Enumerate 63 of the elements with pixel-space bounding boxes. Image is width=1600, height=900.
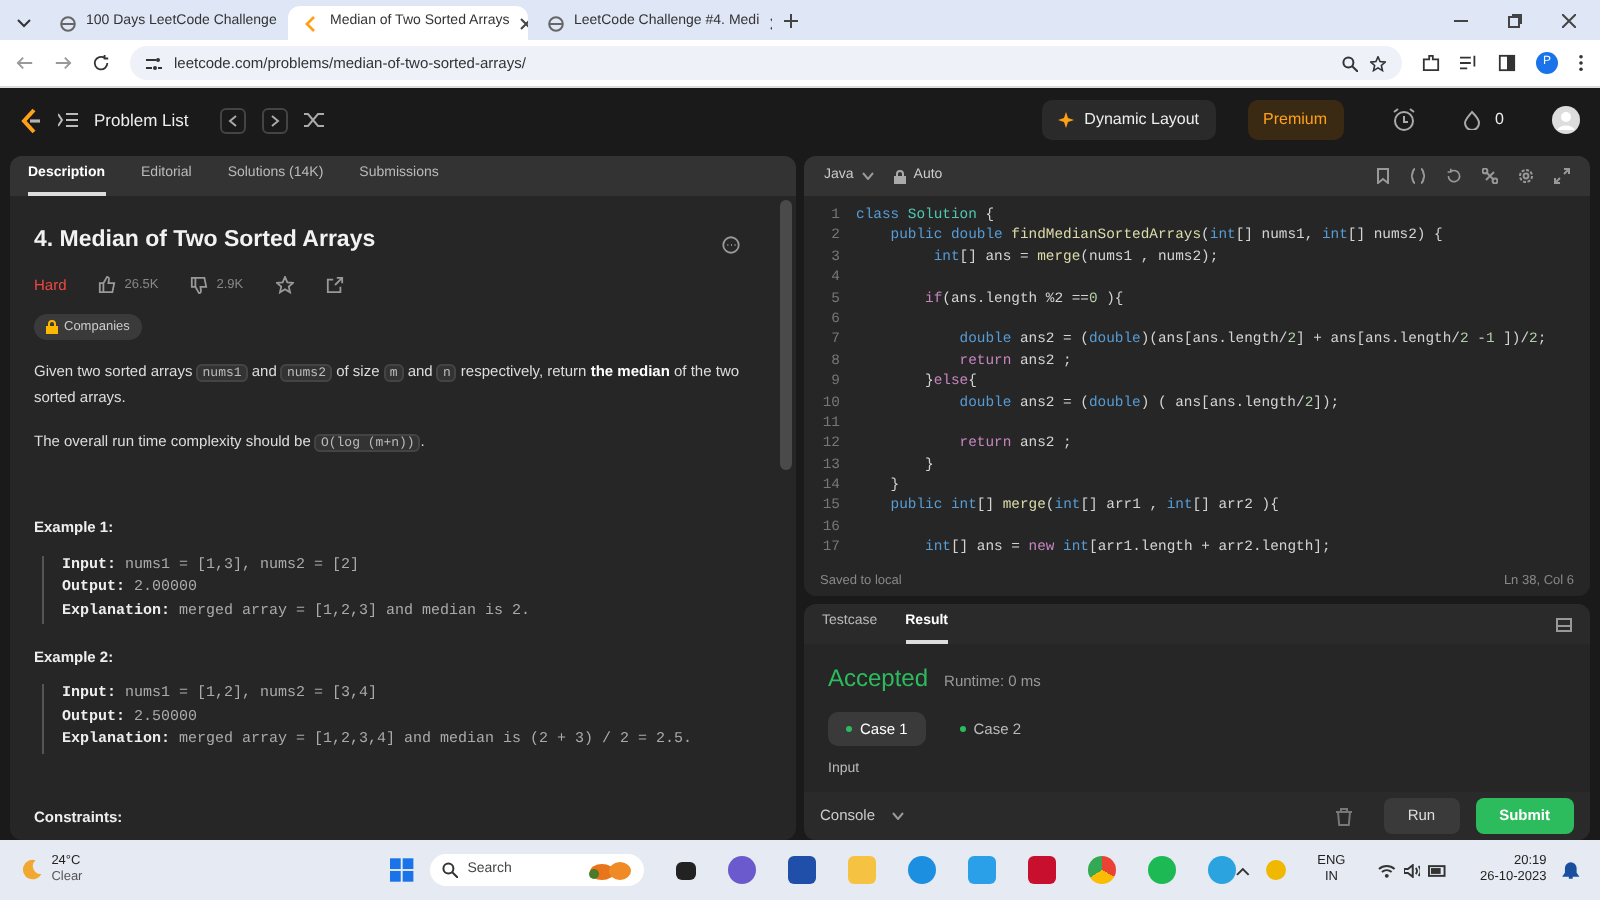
- streak-count: 0: [1495, 108, 1504, 132]
- star-icon[interactable]: [275, 276, 294, 295]
- lock-icon: [893, 169, 906, 183]
- menu-icon[interactable]: [1578, 54, 1584, 72]
- extensions-icon[interactable]: [1422, 54, 1440, 72]
- back-icon[interactable]: [16, 54, 34, 72]
- reset-icon[interactable]: [1446, 168, 1462, 184]
- zoom-icon[interactable]: [1342, 55, 1358, 71]
- chevron-right-icon: [270, 113, 281, 127]
- dot-icon: [846, 725, 852, 732]
- battery-icon[interactable]: [1428, 863, 1449, 877]
- dynamic-layout-button[interactable]: Dynamic Layout: [1042, 100, 1216, 140]
- caret-icon[interactable]: [1236, 865, 1250, 875]
- sparkle-icon: [1058, 112, 1075, 128]
- media-icon[interactable]: [1460, 54, 1478, 72]
- lock-icon: [46, 319, 58, 334]
- scrollbar[interactable]: [780, 200, 792, 470]
- next-button[interactable]: [262, 107, 289, 133]
- expand-icon[interactable]: [1554, 168, 1570, 184]
- settings-icon[interactable]: [1518, 168, 1534, 184]
- premium-button[interactable]: Premium: [1247, 100, 1344, 140]
- restore-icon[interactable]: [1508, 13, 1522, 27]
- previous-button[interactable]: [220, 107, 247, 133]
- start-icon[interactable]: [390, 858, 414, 882]
- share-icon[interactable]: [325, 276, 344, 295]
- globe-icon: [548, 15, 564, 31]
- close-icon[interactable]: [519, 17, 528, 29]
- avatar-icon[interactable]: [1552, 106, 1580, 134]
- list-icon[interactable]: [58, 112, 78, 128]
- chevron-icon[interactable]: [891, 812, 904, 820]
- verdict-label: Accepted: [828, 662, 929, 696]
- dot-icon: [959, 725, 966, 732]
- problem-title: 4. Median of Two Sorted Arrays: [34, 226, 378, 256]
- new-tab-icon[interactable]: [784, 13, 798, 27]
- chevron-down-icon[interactable]: [861, 172, 874, 180]
- thumbs-up-icon[interactable]: [98, 276, 117, 295]
- more-icon[interactable]: [722, 236, 740, 255]
- alarm-clock-icon[interactable]: [1391, 108, 1416, 132]
- logo-icon[interactable]: [20, 107, 42, 133]
- search-icon[interactable]: [441, 862, 458, 878]
- wifi-icon[interactable]: [1377, 863, 1396, 877]
- close-window-icon[interactable]: [1562, 13, 1576, 27]
- panel-layout-icon[interactable]: [1556, 617, 1572, 631]
- braces-icon[interactable]: [1410, 168, 1426, 184]
- shortcut-icon[interactable]: [1482, 168, 1498, 184]
- shuffle-icon[interactable]: [304, 112, 325, 128]
- problem-list-link[interactable]: Problem List: [94, 107, 189, 133]
- notification-bell-icon[interactable]: [1562, 860, 1581, 880]
- site-logo-icon: [304, 15, 320, 31]
- globe-icon: [60, 15, 76, 31]
- code-editor[interactable]: [804, 156, 1590, 596]
- chevron-left-icon: [228, 113, 239, 127]
- forward-icon[interactable]: [54, 54, 72, 72]
- bookmark-icon[interactable]: [1376, 168, 1390, 184]
- reload-icon[interactable]: [92, 54, 110, 72]
- trash-icon[interactable]: [1335, 807, 1352, 825]
- thumbs-down-icon[interactable]: [190, 276, 209, 295]
- tab-list-icon[interactable]: [16, 14, 32, 30]
- side-panel-icon[interactable]: [1498, 54, 1516, 72]
- volume-icon[interactable]: [1403, 863, 1421, 877]
- bookmark-star-icon[interactable]: [1370, 55, 1386, 71]
- minimize-icon[interactable]: [1454, 19, 1468, 21]
- site-settings-icon[interactable]: [146, 55, 162, 71]
